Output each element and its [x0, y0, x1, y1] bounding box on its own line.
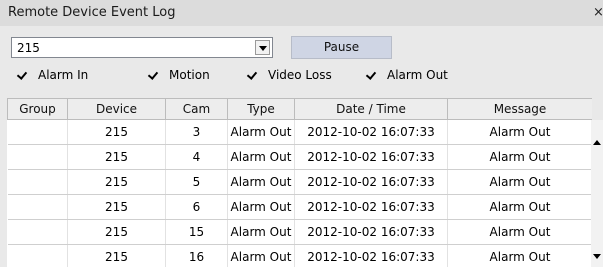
- cell-group: [7, 169, 68, 195]
- column-header-device[interactable]: Device: [67, 98, 166, 120]
- cell-device: 215: [67, 119, 166, 145]
- close-icon[interactable]: ×: [593, 5, 603, 20]
- cell-cam: 3: [165, 119, 228, 145]
- cell-group: [7, 244, 68, 267]
- cell-message: Alarm Out: [447, 219, 592, 245]
- event-log-table[interactable]: Group Device Cam Type Date / Time Messag…: [7, 98, 592, 267]
- cell-message: Alarm Out: [447, 169, 592, 195]
- cell-cam: 6: [165, 194, 228, 220]
- table-row[interactable]: 215 4 Alarm Out 2012-10-02 16:07:33 Alar…: [7, 144, 592, 170]
- cell-device: 215: [67, 169, 166, 195]
- filter-alarm-out-label: Alarm Out: [387, 68, 448, 82]
- cell-message: Alarm Out: [447, 194, 592, 220]
- filter-alarm-in-label: Alarm In: [38, 68, 89, 82]
- cell-message: Alarm Out: [447, 119, 592, 145]
- cell-group: [7, 119, 68, 145]
- cell-device: 215: [67, 144, 166, 170]
- window-title: Remote Device Event Log: [8, 5, 176, 20]
- title-bar: Remote Device Event Log ×: [0, 0, 603, 26]
- table-row[interactable]: 215 5 Alarm Out 2012-10-02 16:07:33 Alar…: [7, 169, 592, 195]
- table-row[interactable]: 215 3 Alarm Out 2012-10-02 16:07:33 Alar…: [7, 119, 592, 145]
- cell-datetime: 2012-10-02 16:07:33: [294, 144, 448, 170]
- device-select[interactable]: 215: [11, 37, 273, 58]
- filter-video-loss-label: Video Loss: [268, 68, 332, 82]
- checkmark-icon[interactable]: [17, 70, 27, 80]
- cell-cam: 16: [165, 244, 228, 267]
- cell-message: Alarm Out: [447, 144, 592, 170]
- scroll-up-arrow-icon[interactable]: [593, 140, 601, 145]
- checkmark-icon[interactable]: [247, 70, 257, 80]
- column-header-type[interactable]: Type: [227, 98, 295, 120]
- cell-type: Alarm Out: [227, 119, 295, 145]
- cell-datetime: 2012-10-02 16:07:33: [294, 119, 448, 145]
- cell-datetime: 2012-10-02 16:07:33: [294, 194, 448, 220]
- column-header-datetime[interactable]: Date / Time: [294, 98, 448, 120]
- cell-type: Alarm Out: [227, 169, 295, 195]
- cell-cam: 4: [165, 144, 228, 170]
- cell-type: Alarm Out: [227, 244, 295, 267]
- cell-type: Alarm Out: [227, 194, 295, 220]
- pause-button[interactable]: Pause: [291, 36, 392, 59]
- cell-type: Alarm Out: [227, 219, 295, 245]
- cell-type: Alarm Out: [227, 144, 295, 170]
- cell-cam: 15: [165, 219, 228, 245]
- cell-group: [7, 194, 68, 220]
- checkmark-icon[interactable]: [366, 70, 376, 80]
- cell-device: 215: [67, 194, 166, 220]
- column-header-group[interactable]: Group: [7, 98, 68, 120]
- cell-device: 215: [67, 244, 166, 267]
- checkmark-icon[interactable]: [148, 70, 158, 80]
- table-row[interactable]: 215 6 Alarm Out 2012-10-02 16:07:33 Alar…: [7, 194, 592, 220]
- event-filter-bar: Alarm In Motion Video Loss Alarm Out: [0, 68, 603, 88]
- cell-group: [7, 219, 68, 245]
- chevron-down-icon[interactable]: [255, 40, 270, 55]
- filter-motion-label: Motion: [169, 68, 210, 82]
- cell-group: [7, 144, 68, 170]
- cell-cam: 5: [165, 169, 228, 195]
- cell-datetime: 2012-10-02 16:07:33: [294, 244, 448, 267]
- device-select-value: 215: [17, 41, 40, 55]
- cell-datetime: 2012-10-02 16:07:33: [294, 169, 448, 195]
- cell-device: 215: [67, 219, 166, 245]
- scroll-down-arrow-icon[interactable]: [593, 254, 601, 259]
- table-row[interactable]: 215 16 Alarm Out 2012-10-02 16:07:33 Ala…: [7, 244, 592, 267]
- table-row[interactable]: 215 15 Alarm Out 2012-10-02 16:07:33 Ala…: [7, 219, 592, 245]
- column-header-cam[interactable]: Cam: [165, 98, 228, 120]
- cell-datetime: 2012-10-02 16:07:33: [294, 219, 448, 245]
- column-header-message[interactable]: Message: [447, 98, 592, 120]
- cell-message: Alarm Out: [447, 244, 592, 267]
- table-header-row: Group Device Cam Type Date / Time Messag…: [7, 98, 592, 120]
